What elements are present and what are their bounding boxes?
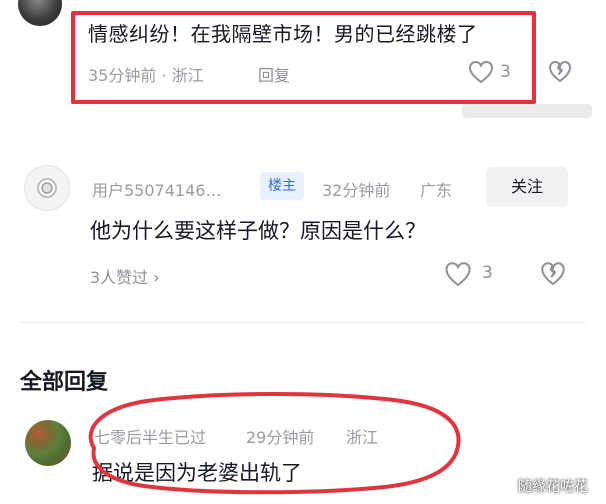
section-title: 全部回复	[20, 370, 109, 395]
heart-outline-icon[interactable]	[444, 261, 472, 287]
reply-location: 浙江	[346, 428, 379, 447]
op-badge: 楼主	[260, 172, 304, 200]
avatar-icon	[37, 178, 57, 198]
commenter-avatar[interactable]	[18, 0, 62, 26]
comment-text: 情感纠纷！在我隔壁市场！男的已经跳楼了	[88, 22, 478, 46]
op-avatar[interactable]	[24, 165, 70, 211]
likers-link[interactable]: 3人赞过 ›	[90, 264, 160, 288]
op-username[interactable]: 用户55074146…	[92, 177, 221, 201]
reply-button[interactable]: 回复	[258, 62, 290, 86]
reply-time: 29分钟前	[246, 428, 315, 447]
comment-meta: 35分钟前 · 浙江	[88, 66, 204, 85]
broken-heart-icon[interactable]	[540, 261, 566, 287]
blurred-watermark	[462, 104, 592, 118]
comment-text: 他为什么要这样子做？原因是什么？	[90, 219, 426, 243]
reply-username[interactable]: 七零后半生已过	[94, 424, 206, 448]
follow-button[interactable]: 关注	[486, 167, 568, 207]
heart-outline-icon[interactable]	[468, 60, 494, 84]
comment-time: 32分钟前	[322, 181, 391, 200]
watermark: 随缘花咗花	[518, 479, 588, 495]
like-count: 3	[482, 263, 493, 283]
like-count: 3	[500, 62, 511, 82]
comment-location: 广东	[420, 181, 453, 200]
broken-heart-icon[interactable]	[548, 60, 572, 84]
reply-text: 据说是因为老婆出轨了	[92, 461, 302, 485]
comment-thread: 情感纠纷！在我隔壁市场！男的已经跳楼了 35分钟前 · 浙江 回复 3 用户55…	[0, 0, 606, 504]
divider	[20, 322, 586, 323]
replier-avatar[interactable]	[25, 420, 71, 466]
